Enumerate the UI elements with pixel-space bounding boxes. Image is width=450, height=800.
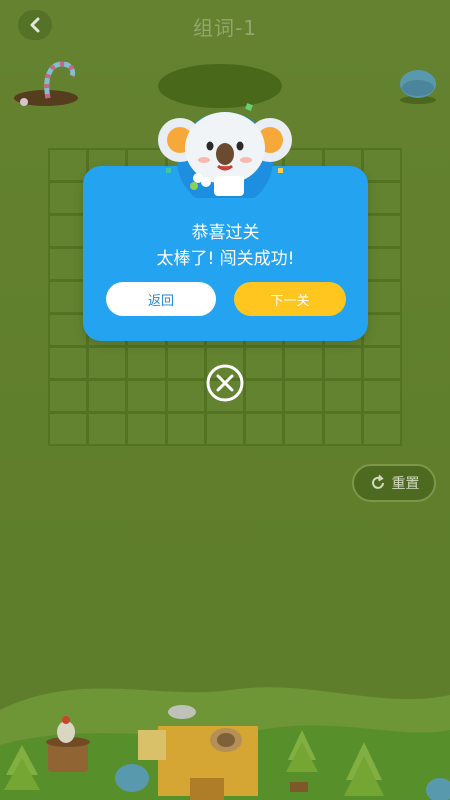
next-level-button[interactable]: 下一关 — [234, 282, 346, 316]
koala-mascot — [158, 103, 292, 198]
dialog-message: 太棒了! 闯关成功! — [156, 249, 295, 269]
dialog-title: 恭喜过关 — [191, 223, 260, 243]
return-button[interactable]: 返回 — [106, 282, 216, 316]
game-scene: 组词-1 重置 恭喜过关 太棒了! 闯关成功! 返回 下一关 — [0, 0, 450, 800]
close-icon[interactable] — [204, 364, 246, 402]
